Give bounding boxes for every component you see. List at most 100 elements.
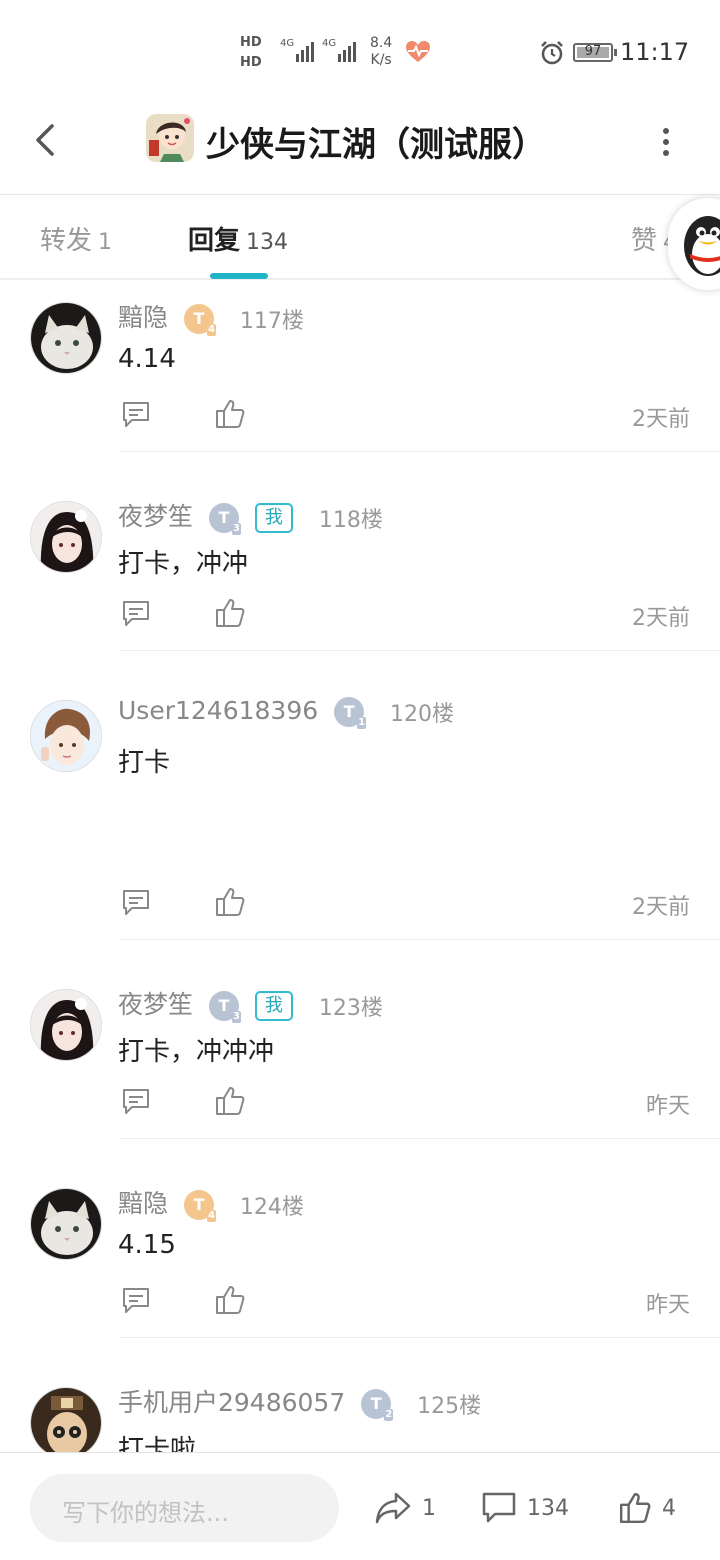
level-badge-letter: T — [218, 996, 230, 1015]
network-speed: 8.4 K/s — [370, 35, 392, 69]
username-text: 黯隐 — [118, 1189, 169, 1218]
battery-level: 97 — [584, 44, 602, 59]
floor-number: 125楼 — [417, 1394, 482, 1419]
level-badge: T4 — [183, 304, 216, 336]
level-badge: T4 — [183, 1190, 216, 1222]
avatar[interactable] — [30, 700, 102, 772]
tab-likes-label: 赞 — [631, 226, 658, 256]
comment-icon[interactable] — [120, 886, 152, 918]
level-badge: T3 — [208, 503, 241, 535]
avatar[interactable] — [30, 501, 102, 573]
network-type-1: 4G — [280, 38, 295, 49]
level-badge-letter: T — [218, 508, 230, 527]
username[interactable]: 夜梦笙 T3 我 118楼 — [118, 497, 383, 535]
username[interactable]: 夜梦笙 T3 我 123楼 — [118, 985, 383, 1023]
level-number: 4 — [207, 324, 216, 336]
username[interactable]: User124618396 T1 120楼 — [118, 696, 455, 729]
floor-number: 123楼 — [318, 996, 383, 1021]
divider — [120, 1138, 720, 1139]
avatar[interactable] — [30, 1387, 102, 1452]
reply-time: 昨天 — [645, 1293, 690, 1318]
network-type-2: 4G — [322, 38, 337, 49]
username-text: 夜梦笙 — [118, 990, 194, 1019]
reply-time: 2天前 — [632, 895, 690, 920]
floor-number: 117楼 — [239, 309, 304, 334]
reply-content: 4.14 — [118, 344, 176, 374]
like-icon[interactable] — [214, 1284, 246, 1316]
share-icon — [375, 1492, 411, 1524]
comment-button[interactable]: 134 — [481, 1491, 569, 1525]
level-number: 2 — [384, 1409, 394, 1421]
comment-icon[interactable] — [120, 1284, 152, 1316]
level-number: 3 — [232, 1011, 241, 1023]
bottom-action-bar: 写下你的想法... 1 134 4 — [0, 1452, 720, 1560]
tab-replies-count: 134 — [246, 230, 289, 255]
username[interactable]: 黯隐 T4 117楼 — [118, 298, 304, 336]
comment-icon[interactable] — [120, 398, 152, 430]
like-icon[interactable] — [214, 886, 246, 918]
clock: 11:17 — [620, 38, 690, 66]
reply-time: 2天前 — [632, 407, 690, 432]
avatar[interactable] — [30, 302, 102, 374]
divider — [120, 939, 720, 940]
tab-reposts-label: 转发 — [40, 226, 93, 256]
reply-list: 黯隐 T4 117楼 4.14 2天前 夜梦笙 T3 我 118楼 打卡，冲冲 … — [0, 280, 720, 1452]
speed-value: 8.4 — [370, 35, 393, 51]
divider — [120, 451, 720, 452]
self-tag: 我 — [254, 991, 293, 1021]
floating-assistant-button[interactable] — [668, 198, 720, 290]
tab-reposts[interactable]: 转发 1 — [40, 220, 112, 257]
tab-replies-label: 回复 — [188, 226, 241, 256]
like-icon[interactable] — [214, 398, 246, 430]
game-logo — [146, 114, 194, 162]
share-button[interactable]: 1 — [374, 1491, 436, 1525]
level-badge-letter: T — [193, 1195, 205, 1214]
floor-number: 120楼 — [390, 702, 455, 727]
like-count: 4 — [662, 1495, 676, 1521]
reply-content: 4.15 — [118, 1230, 176, 1260]
top-bar: 少侠与江湖（测试服） — [0, 100, 720, 195]
username-text: 黯隐 — [118, 303, 169, 332]
reply-content: 打卡，冲冲 — [118, 549, 249, 579]
level-badge-letter: T — [370, 1394, 382, 1413]
avatar[interactable] — [30, 989, 102, 1061]
divider — [120, 1337, 720, 1338]
floor-number: 118楼 — [318, 508, 383, 533]
back-arrow-icon[interactable] — [28, 120, 68, 160]
tab-replies[interactable]: 回复 134 — [188, 220, 288, 257]
level-number: 3 — [232, 523, 241, 535]
more-options-icon[interactable] — [652, 122, 680, 162]
avatar[interactable] — [30, 1188, 102, 1260]
reply-time: 2天前 — [632, 606, 690, 631]
level-badge: T3 — [208, 991, 241, 1023]
like-icon[interactable] — [214, 597, 246, 629]
reply-time: 昨天 — [645, 1094, 690, 1119]
floor-number: 124楼 — [239, 1195, 304, 1220]
health-heart-icon — [406, 41, 430, 62]
comment-icon[interactable] — [120, 597, 152, 629]
active-tab-indicator — [210, 273, 268, 279]
battery-icon: 97 — [573, 43, 617, 62]
penguin-icon — [684, 216, 720, 276]
reply-content: 打卡 — [118, 748, 171, 778]
tab-bar: 转发1 回复134 赞4 — [0, 196, 720, 280]
divider — [120, 650, 720, 651]
hd-1: HD — [240, 35, 262, 50]
comment-input-placeholder: 写下你的想法... — [62, 1499, 229, 1527]
comment-icon[interactable] — [120, 1085, 152, 1117]
level-number: 1 — [357, 717, 367, 729]
username-text: User124618396 — [118, 696, 319, 725]
level-number: 4 — [207, 1210, 216, 1222]
like-icon[interactable] — [214, 1085, 246, 1117]
self-tag: 我 — [254, 503, 293, 533]
like-button[interactable]: 4 — [618, 1491, 676, 1525]
comment-input[interactable]: 写下你的想法... — [30, 1474, 339, 1542]
username-text: 夜梦笙 — [118, 502, 194, 531]
level-badge-letter: T — [343, 702, 355, 721]
share-count: 1 — [422, 1495, 436, 1521]
username[interactable]: 黯隐 T4 124楼 — [118, 1184, 304, 1222]
status-bar: HD HD 4G 4G 8.4 K/s 97 11:17 — [0, 0, 720, 100]
username[interactable]: 手机用户29486057 T2 125楼 — [118, 1383, 482, 1421]
tab-reposts-count: 1 — [98, 230, 113, 255]
alarm-icon — [541, 41, 563, 65]
